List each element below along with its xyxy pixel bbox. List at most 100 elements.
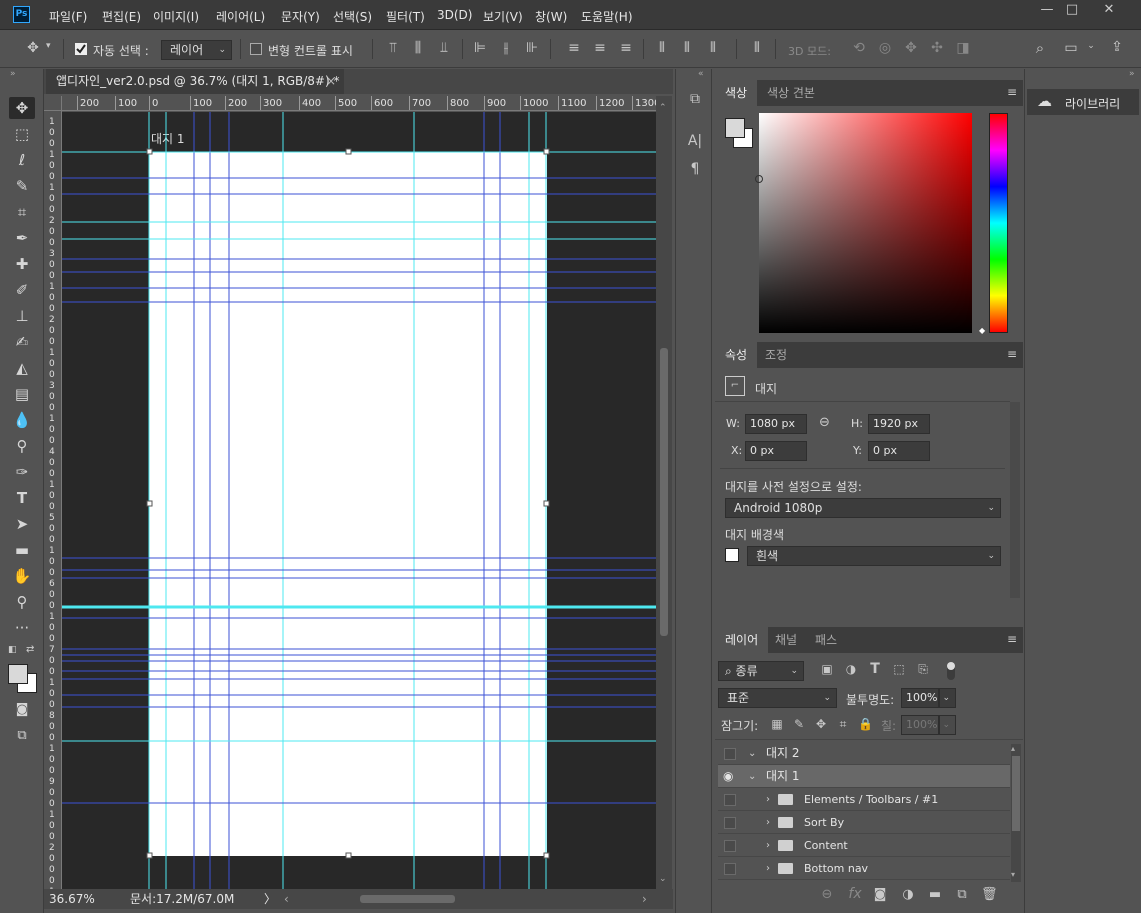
filter-pixel-icon[interactable]: ▣: [819, 662, 835, 676]
fx-icon[interactable]: fx: [847, 886, 863, 902]
vertical-scrollbar[interactable]: ⌃ ⌄: [656, 96, 672, 889]
tab-swatches[interactable]: 색상 견본: [757, 80, 825, 106]
quick-mask-icon[interactable]: ◙: [9, 699, 35, 721]
workspace-icon[interactable]: ▭: [1062, 40, 1080, 56]
character-panel-icon[interactable]: A|: [684, 133, 706, 149]
layer-row[interactable]: › Content: [718, 834, 1010, 857]
menu-item[interactable]: 보기(V): [483, 8, 523, 25]
link-layers-icon[interactable]: ⊖: [819, 887, 835, 902]
more-tools-icon[interactable]: ···: [9, 617, 35, 639]
history-brush-tool-icon[interactable]: ✍: [9, 331, 35, 353]
eyedropper-tool-icon[interactable]: ✒: [9, 227, 35, 249]
menu-item[interactable]: 3D(D): [437, 8, 472, 22]
marquee-tool-icon[interactable]: ⬚: [9, 123, 35, 145]
distribute-top-icon[interactable]: ≡: [566, 40, 582, 56]
distribute-horizontal-center-icon[interactable]: ⦀: [679, 40, 695, 56]
layer-row[interactable]: ⌄ 대지 2: [718, 742, 1010, 765]
link-icon[interactable]: ⊖: [819, 415, 830, 430]
align-top-icon[interactable]: ⫪: [385, 40, 401, 56]
horizontal-scroll-thumb[interactable]: [360, 895, 455, 903]
3d-orbit-icon[interactable]: ⟲: [850, 40, 868, 56]
distribute-right-icon[interactable]: ⦀: [705, 40, 721, 56]
tab-properties[interactable]: 속성: [715, 342, 758, 368]
adjustment-layer-icon[interactable]: ◑: [900, 887, 916, 902]
canvas[interactable]: 대지 1: [62, 112, 656, 889]
layer-row[interactable]: › Elements / Toolbars / #1: [718, 788, 1010, 811]
menu-item[interactable]: 편집(E): [102, 8, 141, 25]
artboard-bg-dropdown[interactable]: 흰색 ⌄: [747, 546, 1001, 566]
gradient-tool-icon[interactable]: ▤: [9, 383, 35, 405]
search-icon[interactable]: ⌕: [1030, 39, 1050, 57]
document-tab[interactable]: 앱디자인_ver2.0.psd @ 36.7% (대지 1, RGB/8#) *…: [46, 69, 344, 94]
scroll-left-icon[interactable]: ‹: [284, 889, 289, 909]
layer-row[interactable]: › Sort By: [718, 811, 1010, 834]
auto-select-target-dropdown[interactable]: 레이어 ⌄: [161, 40, 232, 60]
layers-scroll-thumb[interactable]: [1012, 756, 1020, 831]
menu-item[interactable]: 도움말(H): [581, 8, 633, 25]
vertical-scroll-thumb[interactable]: [660, 348, 668, 636]
filter-toggle[interactable]: [947, 662, 955, 680]
chevron-down-icon[interactable]: ▾: [46, 41, 51, 51]
chevron-right-icon[interactable]: ›: [766, 788, 770, 811]
distribute-vertical-center-icon[interactable]: ≡: [592, 40, 608, 56]
menu-item[interactable]: 문자(Y): [281, 8, 320, 25]
type-tool-icon[interactable]: T: [9, 487, 35, 509]
tab-paths[interactable]: 패스: [805, 627, 847, 653]
scroll-up-icon[interactable]: ⌃: [659, 103, 667, 113]
align-horizontal-center-icon[interactable]: ⫲: [498, 40, 514, 56]
add-mask-icon[interactable]: ◙: [872, 887, 888, 902]
visibility-toggle[interactable]: [724, 794, 736, 806]
menu-item[interactable]: 레이어(L): [216, 8, 265, 25]
rectangle-tool-icon[interactable]: ▬: [9, 539, 35, 561]
layer-row[interactable]: › Bottom nav: [718, 857, 1010, 880]
menu-item[interactable]: 창(W): [535, 8, 567, 25]
visibility-toggle[interactable]: [724, 863, 736, 875]
tab-adjustments[interactable]: 조정: [755, 342, 797, 368]
move-tool-icon[interactable]: ✥: [9, 97, 35, 119]
hue-slider-handle[interactable]: ◆: [979, 326, 985, 335]
close-button[interactable]: ✕: [1092, 0, 1126, 22]
visibility-toggle[interactable]: [724, 748, 736, 760]
tab-channels[interactable]: 채널: [765, 627, 807, 653]
height-input[interactable]: 1920 px: [868, 414, 930, 434]
chevron-down-icon[interactable]: ⌄: [748, 742, 756, 765]
color-picker-cursor[interactable]: [755, 175, 763, 183]
scroll-right-icon[interactable]: ›: [642, 889, 647, 909]
3d-roll-icon[interactable]: ◎: [876, 40, 894, 56]
lock-position-icon[interactable]: ✥: [814, 717, 828, 731]
filter-shape-icon[interactable]: ⬚: [891, 662, 907, 676]
delete-layer-icon[interactable]: 🗑: [981, 887, 998, 902]
chevron-right-icon[interactable]: ›: [766, 834, 770, 857]
fill-input[interactable]: 100%: [901, 715, 939, 735]
properties-scrollbar[interactable]: [1010, 402, 1020, 598]
lock-transparent-icon[interactable]: ▦: [770, 717, 784, 731]
width-input[interactable]: 1080 px: [745, 414, 807, 434]
chevron-right-icon[interactable]: ›: [766, 811, 770, 834]
foreground-color-swatch[interactable]: [725, 118, 745, 138]
chevron-down-icon[interactable]: ⌄: [1085, 41, 1097, 51]
path-selection-tool-icon[interactable]: ➤: [9, 513, 35, 535]
move-tool-icon[interactable]: ✥: [22, 40, 44, 56]
auto-align-icon[interactable]: ⫴: [749, 40, 765, 56]
y-input[interactable]: 0 px: [868, 441, 930, 461]
hue-slider[interactable]: [989, 113, 1008, 333]
lock-all-icon[interactable]: 🔒: [858, 717, 873, 731]
history-panel-icon[interactable]: ⧉: [684, 91, 706, 107]
panel-menu-icon[interactable]: ≡: [1007, 632, 1017, 646]
clone-stamp-tool-icon[interactable]: ⊥: [9, 305, 35, 327]
swap-colors-icon[interactable]: ⇄: [26, 644, 34, 655]
lock-artboard-icon[interactable]: ⌗: [836, 717, 850, 732]
distribute-left-icon[interactable]: ⦀: [654, 40, 670, 56]
foreground-color-swatch[interactable]: [8, 664, 28, 684]
pen-tool-icon[interactable]: ✑: [9, 461, 35, 483]
x-input[interactable]: 0 px: [745, 441, 807, 461]
menu-item[interactable]: 파일(F): [49, 8, 87, 25]
scroll-up-icon[interactable]: ▴: [1011, 744, 1015, 753]
blend-mode-dropdown[interactable]: 표준 ⌄: [718, 688, 837, 708]
healing-brush-tool-icon[interactable]: ✚: [9, 253, 35, 275]
distribute-bottom-icon[interactable]: ≡: [618, 40, 634, 56]
zoom-tool-icon[interactable]: ⚲: [9, 591, 35, 613]
horizontal-scrollbar[interactable]: ‹ ›: [280, 889, 650, 909]
filter-adjustment-icon[interactable]: ◑: [843, 662, 859, 676]
color-field[interactable]: [755, 113, 972, 333]
